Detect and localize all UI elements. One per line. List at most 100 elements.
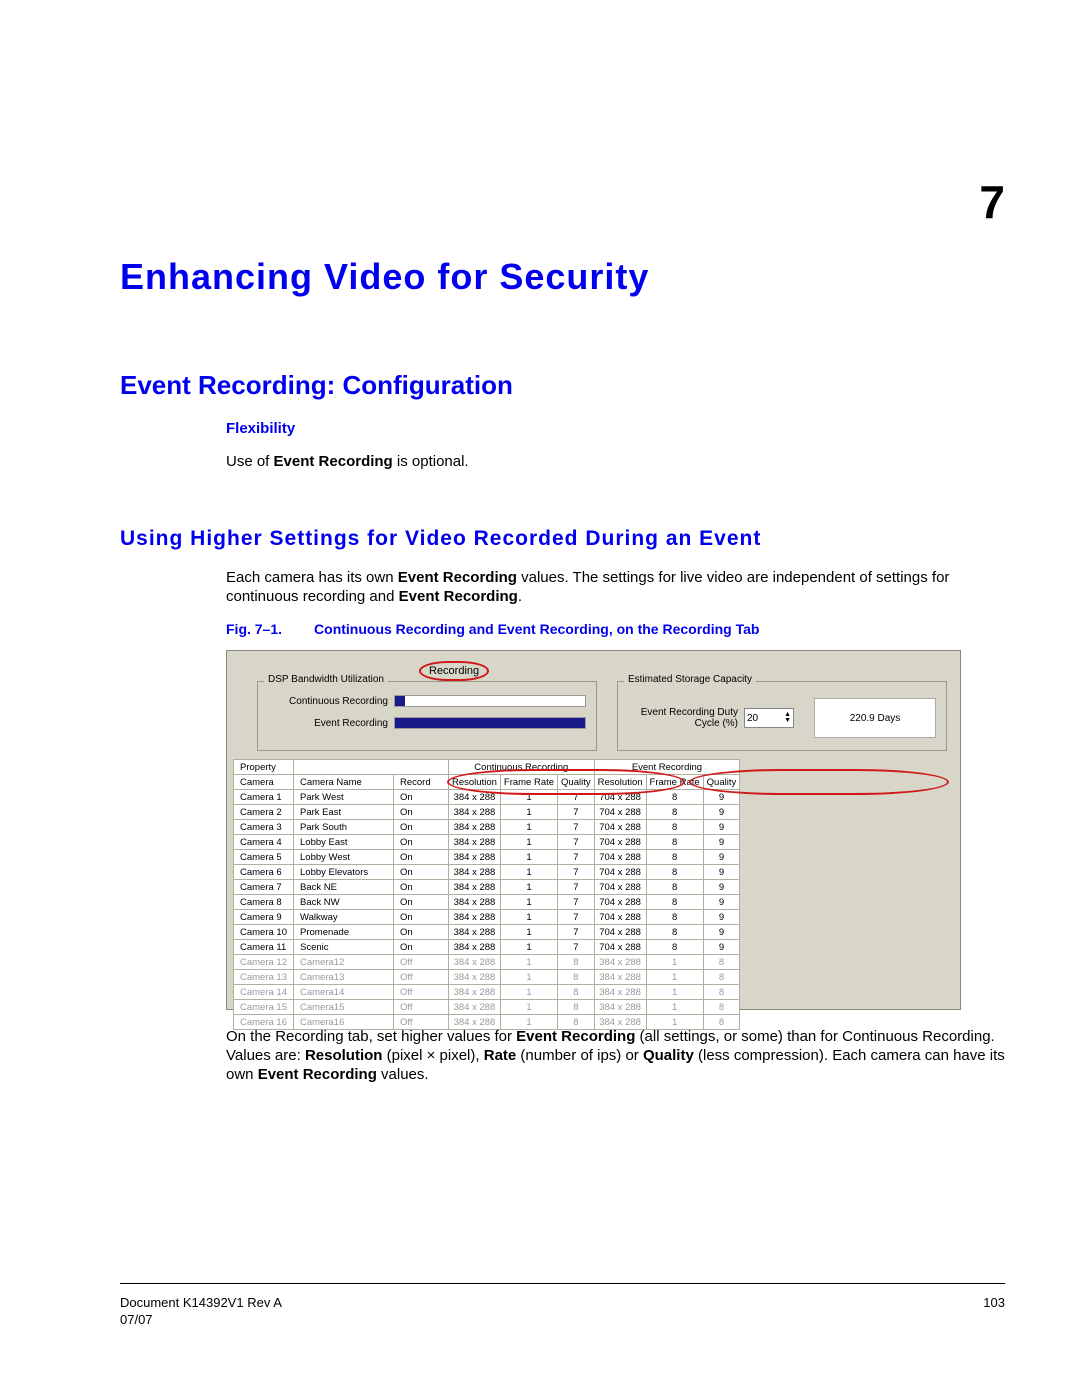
- cell: 384 x 288: [449, 865, 501, 880]
- cell: On: [394, 850, 449, 865]
- cell: 9: [703, 850, 740, 865]
- text: (pixel × pixel),: [382, 1047, 483, 1064]
- table-row[interactable]: Camera 2Park EastOn384 x 28817704 x 2888…: [234, 805, 740, 820]
- table-row[interactable]: Camera 6Lobby ElevatorsOn384 x 28817704 …: [234, 865, 740, 880]
- cell: On: [394, 910, 449, 925]
- footer-doc-id: Document K14392V1 Rev A: [120, 1295, 282, 1312]
- cell: 1: [500, 790, 557, 805]
- col-header: Event Recording: [594, 760, 740, 775]
- bold-text: Event Recording: [274, 453, 393, 470]
- table-row[interactable]: Camera 1Park WestOn384 x 28817704 x 2888…: [234, 790, 740, 805]
- cell: 8: [646, 865, 703, 880]
- cell: 384 x 288: [594, 1000, 646, 1015]
- cell: On: [394, 880, 449, 895]
- table-row[interactable]: Camera 12Camera12Off384 x 28818384 x 288…: [234, 955, 740, 970]
- cell: Camera 8: [234, 895, 294, 910]
- cell: 9: [703, 835, 740, 850]
- text: .: [518, 588, 522, 605]
- body-text: On the Recording tab, set higher values …: [226, 1028, 1005, 1084]
- dsp-bandwidth-group: DSP Bandwidth Utilization Continuous Rec…: [257, 681, 597, 751]
- subsection-heading: Using Higher Settings for Video Recorded…: [120, 527, 761, 551]
- cell: 384 x 288: [449, 835, 501, 850]
- cell: 9: [703, 940, 740, 955]
- cell: 1: [646, 1000, 703, 1015]
- cell: Camera 14: [234, 985, 294, 1000]
- cell: 704 x 288: [594, 835, 646, 850]
- col-header: Frame Rate: [500, 775, 557, 790]
- cell: 8: [646, 925, 703, 940]
- cell: Camera 13: [234, 970, 294, 985]
- footer-rule: [120, 1283, 1005, 1284]
- table-row[interactable]: Camera 11ScenicOn384 x 28817704 x 28889: [234, 940, 740, 955]
- cell: On: [394, 790, 449, 805]
- cell: On: [394, 835, 449, 850]
- cell: Promenade: [294, 925, 394, 940]
- cell: 8: [646, 835, 703, 850]
- cell: 9: [703, 925, 740, 940]
- cell: 8: [558, 1000, 595, 1015]
- col-header: Camera: [234, 775, 294, 790]
- cell: Camera 12: [234, 955, 294, 970]
- cell: 384 x 288: [449, 820, 501, 835]
- table-row[interactable]: Camera 10PromenadeOn384 x 28817704 x 288…: [234, 925, 740, 940]
- cell: 704 x 288: [594, 910, 646, 925]
- table-row[interactable]: Camera 14Camera14Off384 x 28818384 x 288…: [234, 985, 740, 1000]
- progress-bar: [394, 695, 586, 707]
- cell: 7: [558, 880, 595, 895]
- body-text: Each camera has its own Event Recording …: [226, 569, 1005, 607]
- table-row[interactable]: Camera 8Back NWOn384 x 28817704 x 28889: [234, 895, 740, 910]
- recording-tab[interactable]: Recording: [419, 661, 489, 681]
- cell: 1: [500, 835, 557, 850]
- cell: 384 x 288: [449, 925, 501, 940]
- page-number: 103: [983, 1295, 1005, 1329]
- cell: 1: [500, 895, 557, 910]
- cell: 7: [558, 790, 595, 805]
- group-legend: Estimated Storage Capacity: [624, 674, 756, 685]
- cell: On: [394, 940, 449, 955]
- cell: 384 x 288: [449, 895, 501, 910]
- table-row[interactable]: Camera 9WalkwayOn384 x 28817704 x 28889: [234, 910, 740, 925]
- col-header: Quality: [703, 775, 740, 790]
- duty-cycle-spinner[interactable]: 20 ▲▼: [744, 708, 794, 728]
- figure-caption-text: Continuous Recording and Event Recording…: [314, 621, 759, 637]
- cell: On: [394, 925, 449, 940]
- label: Continuous Recording: [268, 696, 388, 707]
- cell: Camera 1: [234, 790, 294, 805]
- cell: 9: [703, 895, 740, 910]
- cell: Camera 2: [234, 805, 294, 820]
- cell: Camera13: [294, 970, 394, 985]
- col-header: Quality: [558, 775, 595, 790]
- cell: Camera 5: [234, 850, 294, 865]
- label: Event Recording Duty Cycle (%): [628, 707, 738, 729]
- table-row[interactable]: Camera 3Park SouthOn384 x 28817704 x 288…: [234, 820, 740, 835]
- col-header: Resolution: [449, 775, 501, 790]
- estimated-storage-group: Estimated Storage Capacity Event Recordi…: [617, 681, 947, 751]
- cell: Scenic: [294, 940, 394, 955]
- text: values.: [377, 1066, 429, 1083]
- cell: Camera15: [294, 1000, 394, 1015]
- table-row[interactable]: Camera 5Lobby WestOn384 x 28817704 x 288…: [234, 850, 740, 865]
- cell: 384 x 288: [449, 910, 501, 925]
- cell: 7: [558, 925, 595, 940]
- text: On the Recording tab, set higher values …: [226, 1028, 516, 1045]
- cell: 384 x 288: [449, 805, 501, 820]
- table-row[interactable]: Camera 13Camera13Off384 x 28818384 x 288…: [234, 970, 740, 985]
- cell: 8: [646, 940, 703, 955]
- cell: 704 x 288: [594, 880, 646, 895]
- table-row[interactable]: Camera 7Back NEOn384 x 28817704 x 28889: [234, 880, 740, 895]
- body-text: Use of Event Recording is optional.: [226, 453, 469, 470]
- table-row[interactable]: Camera 15Camera15Off384 x 28818384 x 288…: [234, 1000, 740, 1015]
- screenshot-figure: Recording DSP Bandwidth Utilization Cont…: [226, 650, 961, 1010]
- cell: Camera 4: [234, 835, 294, 850]
- cell: 8: [646, 805, 703, 820]
- cell: 1: [646, 970, 703, 985]
- cell: 384 x 288: [449, 985, 501, 1000]
- label: Event Recording: [268, 718, 388, 729]
- table-row[interactable]: Camera 4Lobby EastOn384 x 28817704 x 288…: [234, 835, 740, 850]
- spinner-arrows-icon[interactable]: ▲▼: [784, 712, 791, 724]
- cell: 704 x 288: [594, 865, 646, 880]
- cell: 9: [703, 880, 740, 895]
- cell: 8: [558, 955, 595, 970]
- cell: 704 x 288: [594, 940, 646, 955]
- cell: 9: [703, 790, 740, 805]
